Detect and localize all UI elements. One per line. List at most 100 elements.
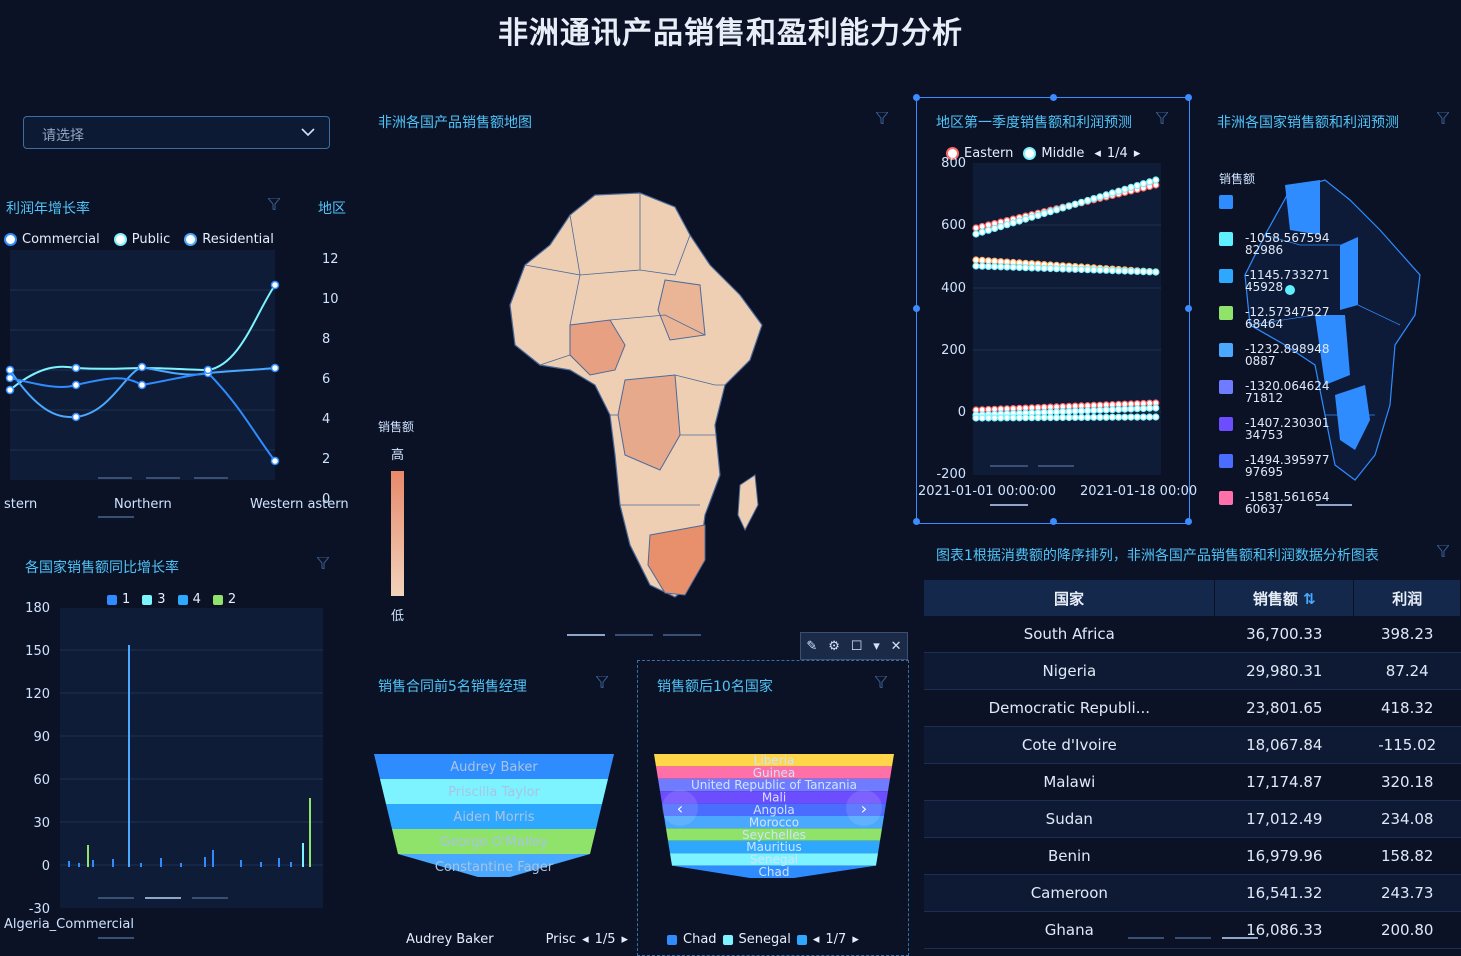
table-row[interactable]: South Africa 36,700.33 398.23 — [924, 616, 1461, 653]
table-cell: 320.18 — [1353, 763, 1461, 801]
africa-map[interactable] — [500, 185, 770, 605]
forecast-point — [1121, 405, 1129, 413]
table-row[interactable]: Cameroon 16,541.32 243.73 — [924, 874, 1461, 912]
forecast-point — [1115, 187, 1123, 195]
table-row[interactable]: Benin 16,979.96 158.82 — [924, 837, 1461, 875]
col-country[interactable]: 国家 — [924, 580, 1216, 616]
scrollbar[interactable] — [1128, 937, 1164, 939]
forecast-point — [1053, 265, 1061, 273]
forecast-point — [1121, 267, 1129, 275]
filter-icon[interactable] — [1437, 112, 1449, 124]
country-legend-item[interactable]: -1581.561654 60637 — [1219, 491, 1330, 528]
table-cell: 18,067.84 — [1214, 726, 1354, 764]
filter-icon[interactable] — [317, 557, 329, 569]
forecast-point — [1034, 414, 1042, 422]
dropdown-icon[interactable]: ▾ — [873, 639, 880, 654]
region-title: 地区 — [318, 201, 346, 217]
country-legend-item[interactable]: -12.57347527 68464 — [1219, 306, 1330, 343]
country-legend: -1058.567594 82986 -1145.733271 45928 -12.… — [1219, 195, 1330, 528]
country-legend-item[interactable]: -1494.395977 97695 — [1219, 454, 1330, 491]
prev-icon[interactable]: ◂ — [813, 932, 820, 947]
table-row[interactable]: Democratic Republi... 23,801.65 418.32 — [924, 689, 1461, 727]
forecast-point — [1009, 219, 1017, 227]
filter-icon[interactable] — [596, 676, 608, 688]
country-legend-item[interactable]: -1407.230301 34753 — [1219, 417, 1330, 454]
scrollbar[interactable] — [990, 504, 1028, 506]
scrollbar[interactable] — [1175, 937, 1211, 939]
table-cell: 158.82 — [1353, 837, 1461, 875]
prev-icon[interactable]: ◂ — [582, 932, 589, 947]
resize-handle[interactable] — [913, 94, 920, 101]
table-cell: Nigeria — [924, 652, 1215, 690]
table-cell: 36,700.33 — [1214, 616, 1354, 653]
bottom10-funnel[interactable]: LiberiaGuineaUnited Republic of Tanzania… — [650, 752, 900, 882]
map-scroll-2[interactable] — [615, 634, 653, 636]
forecast-point — [1127, 413, 1135, 421]
map-scroll-1[interactable] — [567, 634, 605, 636]
forecast-point — [1115, 267, 1123, 275]
col-sales[interactable]: 销售额 ⇅ — [1214, 580, 1355, 616]
maximize-icon[interactable]: ☐ — [851, 639, 863, 654]
forecast-point — [972, 414, 980, 422]
resize-handle[interactable] — [1185, 305, 1192, 312]
map-legend-high: 高 — [391, 448, 405, 463]
country-legend-item[interactable] — [1219, 195, 1330, 232]
scrollbar[interactable] — [1316, 504, 1352, 506]
forecast-point — [1152, 176, 1160, 184]
filter-select[interactable]: 请选择 — [23, 116, 330, 149]
map-scroll-3[interactable] — [663, 634, 701, 636]
forecast-point — [990, 224, 999, 233]
resize-handle[interactable] — [913, 518, 920, 525]
forecast-point — [1065, 202, 1073, 210]
col-profit[interactable]: 利润 — [1353, 580, 1461, 616]
close-icon[interactable]: ✕ — [891, 639, 902, 654]
table-cell: 87.24 — [1353, 652, 1461, 690]
forecast-title: 地区第一季度销售额和利润预测 — [936, 115, 1132, 131]
table-cell: 16,979.96 — [1214, 837, 1354, 875]
svg-text:0: 0 — [42, 859, 50, 874]
country-legend-item[interactable]: -1145.733271 45928 — [1219, 269, 1330, 306]
forecast-point — [1102, 191, 1110, 199]
country-legend-item[interactable]: -1058.567594 82986 — [1219, 232, 1330, 269]
data-table: 国家 销售额 ⇅ 利润 South Africa 36,700.33 398.23 N… — [924, 580, 1461, 949]
filter-icon[interactable] — [1156, 112, 1168, 124]
filter-icon[interactable] — [1437, 545, 1449, 557]
map-color-scale[interactable] — [391, 471, 404, 596]
resize-handle[interactable] — [1185, 94, 1192, 101]
edit-icon[interactable]: ✎ — [806, 639, 817, 654]
filter-icon[interactable] — [875, 676, 887, 688]
table-row[interactable]: Malawi 17,174.87 320.18 — [924, 763, 1461, 801]
forecast-point — [1139, 267, 1147, 276]
forecast-point — [1133, 405, 1141, 413]
resize-handle[interactable] — [1050, 518, 1057, 525]
x-label-1: stern — [4, 497, 38, 512]
forecast-point — [1121, 413, 1129, 421]
table-row[interactable]: Nigeria 29,980.31 87.24 — [924, 652, 1461, 690]
table-row[interactable]: Sudan 17,012.49 234.08 — [924, 800, 1461, 838]
svg-text:400: 400 — [941, 281, 966, 296]
next-icon[interactable]: ▸ — [852, 932, 859, 947]
resize-handle[interactable] — [1185, 518, 1192, 525]
svg-text:0: 0 — [958, 405, 966, 420]
resize-handle[interactable] — [1050, 94, 1057, 101]
forecast-point — [1015, 414, 1024, 422]
forecast-point — [1090, 194, 1098, 203]
settings-icon[interactable]: ⚙ — [828, 639, 840, 654]
scrollbar[interactable] — [1222, 937, 1258, 939]
scrollbar[interactable] — [98, 937, 134, 939]
filter-icon[interactable] — [268, 198, 280, 210]
filter-icon[interactable] — [876, 112, 888, 124]
table-row[interactable]: Cote d'Ivoire 18,067.84 -115.02 — [924, 726, 1461, 764]
forecast-point — [1034, 264, 1042, 272]
top5-funnel[interactable]: Audrey Baker Priscilla Taylor Aiden Morr… — [370, 752, 620, 882]
scrollbar[interactable] — [98, 516, 134, 518]
country-legend-item[interactable]: -1232.898948 0887 — [1219, 343, 1330, 380]
resize-handle[interactable] — [913, 305, 920, 312]
table-row[interactable]: Ghana 16,086.33 200.80 — [924, 911, 1461, 949]
forecast-point — [1046, 414, 1054, 422]
forecast-point — [1152, 404, 1160, 412]
country-legend-item[interactable]: -1320.064624 71812 — [1219, 380, 1330, 417]
forecast-point — [1152, 268, 1160, 276]
forecast-x-end: 2021-01-18 00:00 — [1080, 484, 1198, 499]
next-icon[interactable]: ▸ — [622, 932, 629, 947]
